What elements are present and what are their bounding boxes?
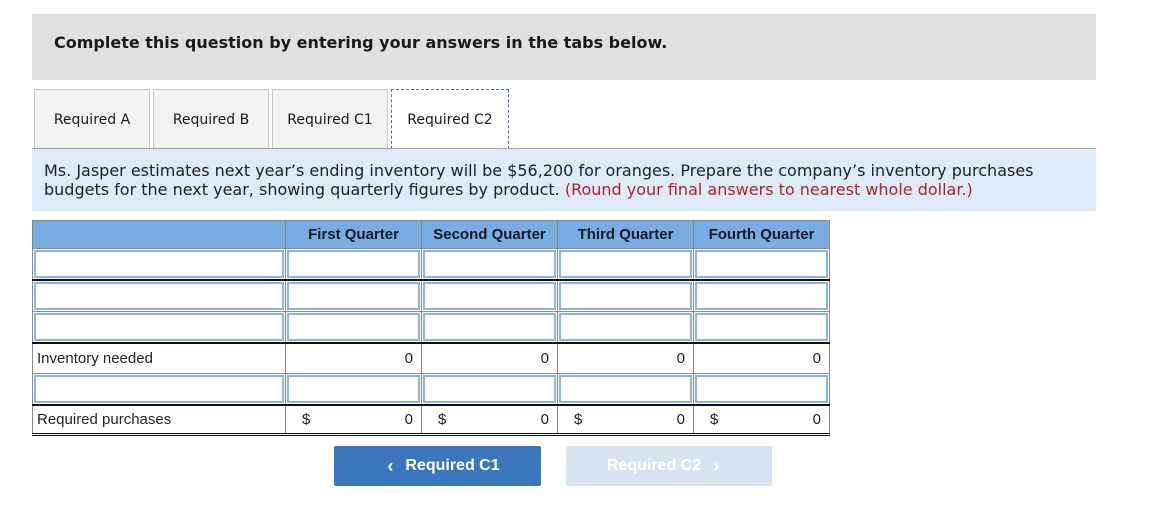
- row-2-q3-input[interactable]: [559, 282, 692, 310]
- next-tab-label: Required C2: [606, 457, 702, 474]
- currency-symbol: $: [302, 410, 311, 428]
- chevron-right-icon: ›: [713, 455, 720, 476]
- header-fourth-quarter: Fourth Quarter: [693, 220, 830, 249]
- previous-tab-button[interactable]: ‹ Required C1: [334, 446, 541, 486]
- row-1-q3-input[interactable]: [559, 250, 692, 278]
- required-purchases-q1: $0: [285, 403, 422, 436]
- table-row-inventory-needed: Inventory needed 0 0 0 0: [32, 342, 830, 374]
- tab-bar: Required A Required B Required C1 Requir…: [34, 89, 512, 149]
- tab-required-c2[interactable]: Required C2: [391, 89, 509, 149]
- table-row: [32, 311, 830, 344]
- row-2-label-input[interactable]: [34, 282, 284, 310]
- header-third-quarter: Third Quarter: [557, 220, 694, 249]
- row-3-q1-input[interactable]: [287, 313, 420, 341]
- inventory-needed-q3: 0: [557, 342, 694, 374]
- row-2-q1-input[interactable]: [287, 282, 420, 310]
- row-5-q4-input[interactable]: [695, 374, 828, 403]
- rounding-note: (Round your final answers to nearest who…: [564, 180, 973, 199]
- row-3-label-input[interactable]: [34, 313, 284, 341]
- inventory-needed-q2: 0: [421, 342, 558, 374]
- required-purchases-q3: $0: [557, 403, 694, 436]
- table-header-row: First Quarter Second Quarter Third Quart…: [32, 220, 830, 249]
- tab-required-b[interactable]: Required B: [153, 89, 269, 149]
- required-purchases-q4-value: 0: [812, 410, 821, 428]
- row-1-label-input[interactable]: [34, 250, 284, 278]
- table-row: [32, 248, 830, 281]
- purchases-budget-table: First Quarter Second Quarter Third Quart…: [32, 220, 830, 436]
- header-second-quarter: Second Quarter: [421, 220, 558, 249]
- row-5-q3-input[interactable]: [559, 374, 692, 403]
- inventory-needed-label: Inventory needed: [32, 342, 286, 374]
- currency-symbol: $: [710, 410, 719, 428]
- instructions-text: Complete this question by entering your …: [54, 33, 668, 52]
- chevron-left-icon: ‹: [387, 455, 394, 476]
- row-2-q4-input[interactable]: [695, 282, 828, 310]
- row-5-q1-input[interactable]: [287, 374, 420, 403]
- previous-tab-label: Required C1: [405, 457, 500, 474]
- table-row: [32, 372, 830, 405]
- header-first-quarter: First Quarter: [285, 220, 422, 249]
- row-3-q3-input[interactable]: [559, 313, 692, 341]
- required-purchases-q2: $0: [421, 403, 558, 436]
- row-5-label-input[interactable]: [34, 374, 284, 403]
- table-row-required-purchases: Required purchases $0 $0 $0 $0: [32, 403, 830, 436]
- row-1-q2-input[interactable]: [423, 250, 556, 278]
- currency-symbol: $: [574, 410, 583, 428]
- currency-symbol: $: [438, 410, 447, 428]
- row-3-q4-input[interactable]: [695, 313, 828, 341]
- row-5-q2-input[interactable]: [423, 374, 556, 403]
- row-1-q1-input[interactable]: [287, 250, 420, 278]
- required-purchases-label: Required purchases: [32, 403, 286, 436]
- tab-required-c1[interactable]: Required C1: [272, 89, 388, 149]
- header-label: [32, 220, 286, 249]
- required-purchases-q4: $0: [693, 403, 830, 436]
- row-3-q2-input[interactable]: [423, 313, 556, 341]
- required-purchases-q2-value: 0: [540, 410, 549, 428]
- tab-required-a[interactable]: Required A: [34, 89, 150, 149]
- required-purchases-q1-value: 0: [404, 410, 413, 428]
- table-row: [32, 279, 830, 312]
- question-prompt: Ms. Jasper estimates next year’s ending …: [32, 149, 1096, 211]
- row-1-q4-input[interactable]: [695, 250, 828, 278]
- instructions-banner: Complete this question by entering your …: [32, 14, 1096, 80]
- inventory-needed-q1: 0: [285, 342, 422, 374]
- row-2-q2-input[interactable]: [423, 282, 556, 310]
- inventory-needed-q4: 0: [693, 342, 830, 374]
- next-tab-button: Required C2 ›: [566, 446, 772, 486]
- required-purchases-q3-value: 0: [676, 410, 685, 428]
